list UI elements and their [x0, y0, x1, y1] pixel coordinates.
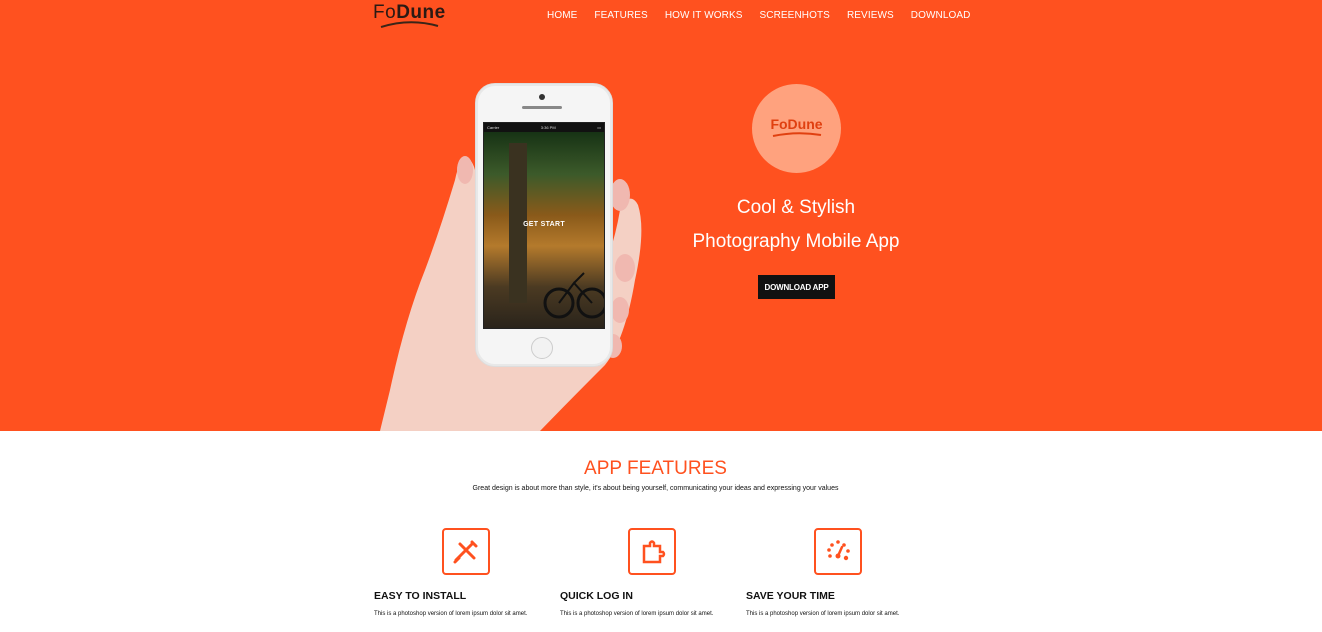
phone-mockup: Carrier 3:36 PM ▭ GET START	[475, 83, 613, 367]
feature-text-save-time: This is a photoshop version of lorem ips…	[746, 611, 900, 617]
feature-heading-login: QUICK LOG IN	[560, 590, 633, 602]
features-title: APP FEATURES	[584, 458, 727, 479]
phone-speaker	[522, 106, 562, 109]
phone-home-button	[531, 337, 553, 359]
feature-heading-install: EASY TO INSTALL	[374, 590, 467, 602]
feature-text-login: This is a photoshop version of lorem ips…	[560, 611, 714, 617]
app-badge: FoDune	[752, 84, 841, 173]
download-app-button[interactable]: DOWNLOAD APP	[758, 275, 835, 299]
puzzle-icon	[628, 528, 676, 575]
nav-how-it-works[interactable]: HOW IT WORKS	[665, 10, 743, 21]
nav-reviews[interactable]: REVIEWS	[847, 10, 894, 21]
features-subtitle: Great design is about more than style, i…	[472, 485, 839, 492]
main-nav: HOME FEATURES HOW IT WORKS SCREENHOTS RE…	[547, 10, 987, 21]
get-start-button[interactable]: GET START	[484, 221, 604, 228]
nav-download[interactable]: DOWNLOAD	[911, 10, 971, 21]
badge-swoosh-icon	[772, 131, 821, 137]
phone-screen: Carrier 3:36 PM ▭ GET START	[483, 122, 605, 329]
nav-home[interactable]: HOME	[547, 10, 577, 21]
nav-screenshots[interactable]: SCREENHOTS	[760, 10, 830, 21]
hero-title-line1: Cool & Stylish	[736, 197, 856, 218]
feature-heading-save-time: SAVE YOUR TIME	[746, 590, 835, 602]
gauge-icon	[814, 528, 862, 575]
phone-camera	[539, 94, 545, 100]
tools-icon	[442, 528, 490, 575]
badge-logo-text: FoDune	[770, 115, 823, 132]
logo-swoosh-icon	[380, 21, 439, 28]
nav-features[interactable]: FEATURES	[594, 10, 647, 21]
header: FoDune HOME FEATURES HOW IT WORKS SCREEN…	[0, 0, 1322, 32]
feature-text-install: This is a photoshop version of lorem ips…	[374, 611, 528, 617]
hero-title-line2: Photography Mobile App	[692, 231, 900, 252]
